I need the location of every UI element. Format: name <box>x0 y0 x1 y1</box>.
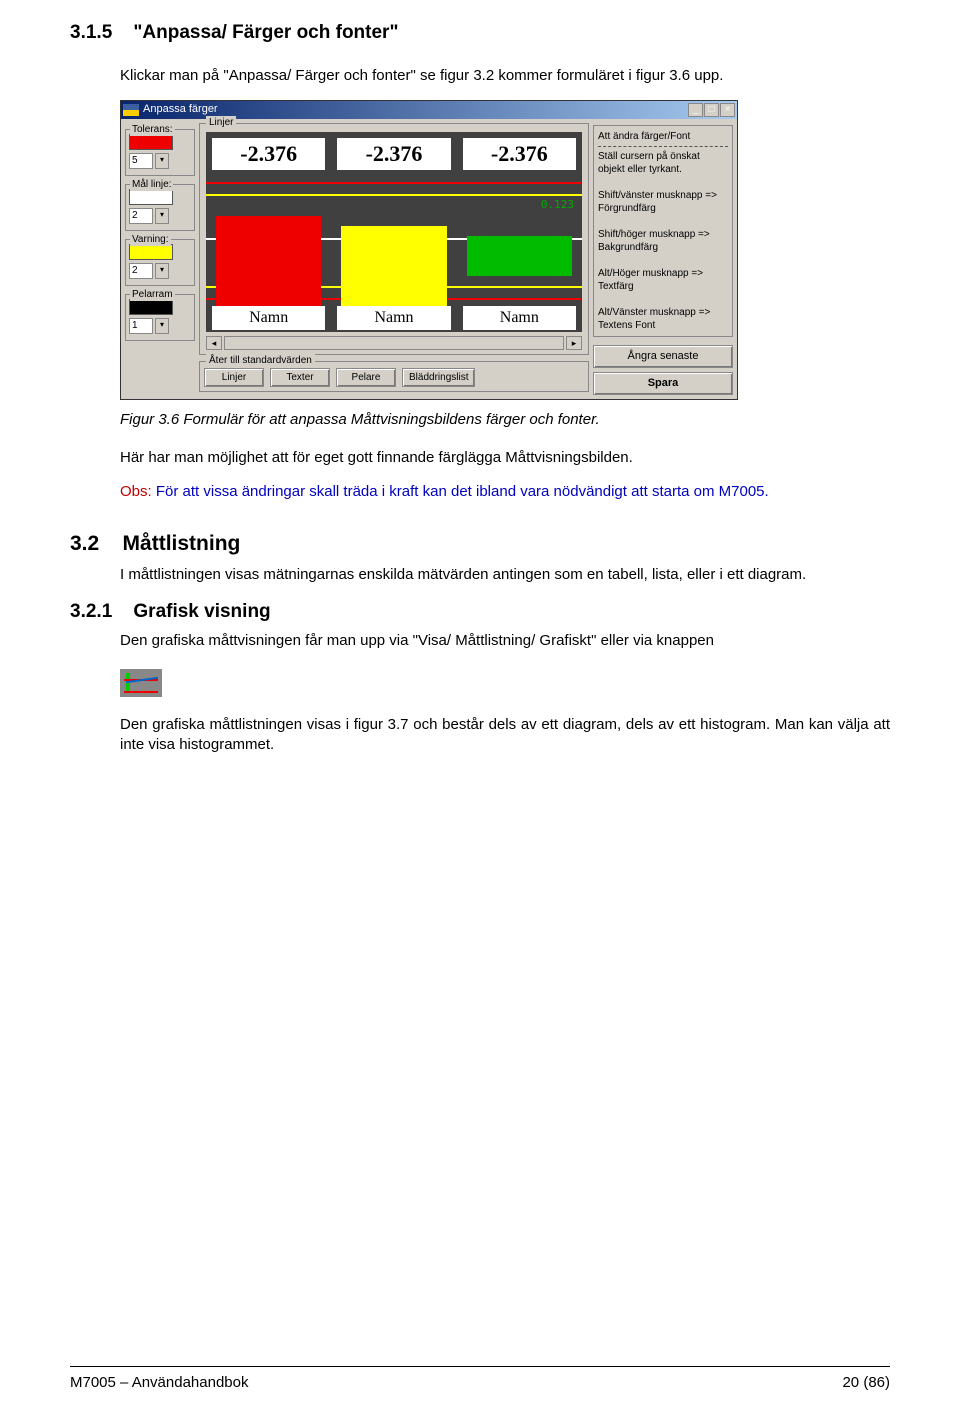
instr-line2a: Shift/vänster musknapp => <box>598 189 728 202</box>
maximize-button[interactable]: □ <box>704 103 719 117</box>
chart-preview[interactable]: 0.123 -2.376 Namn -2.376 Namn <box>206 132 582 332</box>
preview-area: Linjer 0.123 -2.376 Namn <box>199 123 589 395</box>
para-32: I måttlistningen visas mätningarnas ensk… <box>120 565 890 585</box>
scroll-left-icon[interactable]: ◂ <box>206 336 222 350</box>
instructions-box: Att ändra färger/Font Ställ cursern på ö… <box>593 125 733 337</box>
secnum-321: 3.2.1 <box>70 601 112 622</box>
mal-value[interactable] <box>129 208 153 224</box>
instr-line1: Ställ cursern på önskat objekt eller tyr… <box>598 150 728 176</box>
minimize-button[interactable]: _ <box>688 103 703 117</box>
close-button[interactable]: × <box>720 103 735 117</box>
para-moglighet: Här har man möjlighet att för eget gott … <box>120 448 890 468</box>
chevron-down-icon[interactable]: ▾ <box>155 318 169 334</box>
para-321-a: Den grafiska måttvisningen får man upp v… <box>120 631 890 651</box>
sectitle: "Anpassa/ Färger och fonter" <box>133 22 398 43</box>
instr-line5a: Alt/Vänster musknapp => <box>598 306 728 319</box>
instr-heading: Att ändra färger/Font <box>598 130 728 143</box>
chevron-down-icon[interactable]: ▾ <box>155 153 169 169</box>
name-2: Namn <box>337 306 450 330</box>
big-value-3: -2.376 <box>463 138 576 170</box>
group-tolerans: Tolerans: ▾ <box>125 129 195 176</box>
instructions-panel: Att ändra färger/Font Ställ cursern på ö… <box>593 123 733 395</box>
secnum: 3.1.5 <box>70 22 112 43</box>
bar-1 <box>216 216 321 306</box>
big-value-2: -2.376 <box>337 138 450 170</box>
figure-caption: Figur 3.6 Formulär för att anpassa Måttv… <box>120 410 890 430</box>
undo-button[interactable]: Ångra senaste <box>593 345 733 368</box>
reset-texter-button[interactable]: Texter <box>270 368 330 388</box>
color-dialog-window: Anpassa färger _ □ × Tolerans: ▾ Mål lin… <box>120 100 738 400</box>
reset-pelare-button[interactable]: Pelare <box>336 368 396 388</box>
obs-para: Obs: För att vissa ändringar skall träda… <box>120 482 890 502</box>
group-pelarram: Pelarram ▾ <box>125 294 195 341</box>
label-varning: Varning: <box>130 233 171 247</box>
sectitle-32: Måttlistning <box>123 532 241 555</box>
big-value-1: -2.376 <box>212 138 325 170</box>
instr-line2b: Förgrundfärg <box>598 202 728 215</box>
tolerans-value[interactable] <box>129 153 153 169</box>
heading-3-1-5: 3.1.5 "Anpassa/ Färger och fonter" <box>70 20 890 46</box>
varning-value[interactable] <box>129 263 153 279</box>
save-button[interactable]: Spara <box>593 372 733 395</box>
pelarram-value[interactable] <box>129 318 153 334</box>
scrollbar[interactable]: ◂ ▸ <box>206 336 582 350</box>
page-footer: M7005 – Användahandbok 20 (86) <box>70 1326 890 1393</box>
label-mal: Mål linje: <box>130 178 173 192</box>
footer-left: M7005 – Användahandbok <box>70 1373 248 1393</box>
sectitle-321: Grafisk visning <box>133 601 270 622</box>
label-linjer: Linjer <box>206 116 236 130</box>
bar-3 <box>467 236 572 276</box>
obs-text: För att vissa ändringar skall träda i kr… <box>152 483 769 500</box>
group-varning: Varning: ▾ <box>125 239 195 286</box>
name-3: Namn <box>463 306 576 330</box>
instr-line4b: Textfärg <box>598 280 728 293</box>
chevron-down-icon[interactable]: ▾ <box>155 263 169 279</box>
reset-linjer-button[interactable]: Linjer <box>204 368 264 388</box>
scroll-right-icon[interactable]: ▸ <box>566 336 582 350</box>
label-tolerans: Tolerans: <box>130 123 175 137</box>
reset-title: Åter till standardvärden <box>206 354 315 368</box>
scroll-track[interactable] <box>224 336 564 350</box>
reset-bladdring-button[interactable]: Bläddringslist <box>402 368 475 388</box>
bar-2 <box>341 226 446 306</box>
heading-3-2-1: 3.2.1 Grafisk visning <box>70 599 890 625</box>
instr-line3b: Bakgrundfärg <box>598 241 728 254</box>
label-pelarram: Pelarram <box>130 288 175 302</box>
intro-para: Klickar man på "Anpassa/ Färger och font… <box>120 66 890 86</box>
obs-label: Obs: <box>120 483 152 500</box>
chart-toolbar-icon[interactable] <box>120 669 162 697</box>
instr-line4a: Alt/Höger musknapp => <box>598 267 728 280</box>
secnum-32: 3.2 <box>70 532 99 555</box>
group-mal: Mål linje: ▾ <box>125 184 195 231</box>
heading-3-2: 3.2 Måttlistning <box>70 530 890 558</box>
footer-right: 20 (86) <box>842 1373 890 1393</box>
instr-line5b: Textens Font <box>598 319 728 332</box>
reset-group: Åter till standardvärden Linjer Texter P… <box>199 361 589 393</box>
chevron-down-icon[interactable]: ▾ <box>155 208 169 224</box>
flag-icon <box>123 104 139 116</box>
name-1: Namn <box>212 306 325 330</box>
left-controls: Tolerans: ▾ Mål linje: ▾ Varning: <box>125 123 195 395</box>
instr-line3a: Shift/höger musknapp => <box>598 228 728 241</box>
para-321-b: Den grafiska måttlistningen visas i figu… <box>120 715 890 756</box>
